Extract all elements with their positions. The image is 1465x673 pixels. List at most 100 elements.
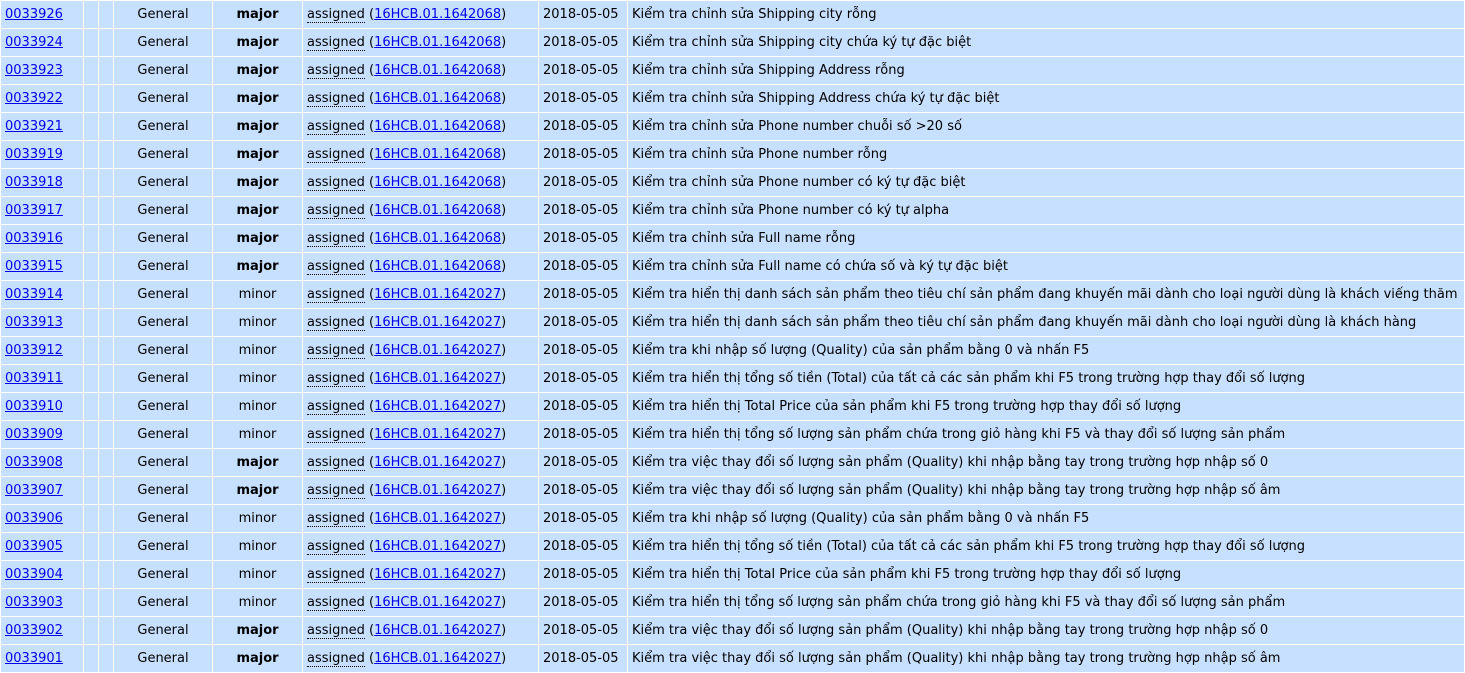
bug-id-link[interactable]: 0033912: [5, 343, 63, 358]
select-cell[interactable]: [83, 448, 99, 477]
edit-cell[interactable]: [98, 140, 114, 169]
edit-cell[interactable]: [98, 392, 114, 421]
select-cell[interactable]: [83, 280, 99, 309]
edit-cell[interactable]: [98, 616, 114, 645]
select-cell[interactable]: [83, 84, 99, 113]
bug-id-link[interactable]: 0033905: [5, 539, 63, 554]
select-cell[interactable]: [83, 112, 99, 141]
bug-id-link[interactable]: 0033906: [5, 511, 63, 526]
select-cell[interactable]: [83, 588, 99, 617]
edit-cell[interactable]: [98, 252, 114, 281]
select-cell[interactable]: [83, 252, 99, 281]
edit-cell[interactable]: [98, 112, 114, 141]
edit-cell[interactable]: [98, 364, 114, 393]
bug-id-link[interactable]: 0033908: [5, 455, 63, 470]
select-cell[interactable]: [83, 476, 99, 505]
handler-link[interactable]: 16HCB.01.1642068: [374, 259, 501, 274]
edit-cell[interactable]: [98, 560, 114, 589]
status-text: assigned: [307, 483, 365, 499]
status-cell: assigned (16HCB.01.1642068): [302, 56, 539, 85]
edit-cell[interactable]: [98, 532, 114, 561]
bug-id-link[interactable]: 0033921: [5, 119, 63, 134]
bug-id-link[interactable]: 0033904: [5, 567, 63, 582]
handler-link[interactable]: 16HCB.01.1642027: [374, 511, 501, 526]
edit-cell[interactable]: [98, 224, 114, 253]
handler-link[interactable]: 16HCB.01.1642068: [374, 7, 501, 22]
handler-link[interactable]: 16HCB.01.1642027: [374, 455, 501, 470]
edit-cell[interactable]: [98, 644, 114, 673]
edit-cell[interactable]: [98, 196, 114, 225]
handler-link[interactable]: 16HCB.01.1642068: [374, 35, 501, 50]
edit-cell[interactable]: [98, 280, 114, 309]
select-cell[interactable]: [83, 532, 99, 561]
bug-id-link[interactable]: 0033909: [5, 427, 63, 442]
edit-cell[interactable]: [98, 336, 114, 365]
edit-cell[interactable]: [98, 84, 114, 113]
select-cell[interactable]: [83, 140, 99, 169]
select-cell[interactable]: [83, 420, 99, 449]
edit-cell[interactable]: [98, 28, 114, 57]
select-cell[interactable]: [83, 196, 99, 225]
select-cell[interactable]: [83, 56, 99, 85]
select-cell[interactable]: [83, 28, 99, 57]
handler-link[interactable]: 16HCB.01.1642068: [374, 91, 501, 106]
edit-cell[interactable]: [98, 420, 114, 449]
summary-cell: Kiểm tra hiển thị Total Price của sản ph…: [627, 392, 1465, 421]
bug-id-link[interactable]: 0033915: [5, 259, 63, 274]
edit-cell[interactable]: [98, 56, 114, 85]
bug-id-link[interactable]: 0033916: [5, 231, 63, 246]
bug-id-link[interactable]: 0033922: [5, 91, 63, 106]
edit-cell[interactable]: [98, 476, 114, 505]
edit-cell[interactable]: [98, 0, 114, 29]
select-cell[interactable]: [83, 644, 99, 673]
handler-link[interactable]: 16HCB.01.1642027: [374, 483, 501, 498]
bug-id-link[interactable]: 0033902: [5, 623, 63, 638]
status-cell: assigned (16HCB.01.1642027): [302, 476, 539, 505]
bug-id-link[interactable]: 0033924: [5, 35, 63, 50]
bug-id-link[interactable]: 0033901: [5, 651, 63, 666]
handler-link[interactable]: 16HCB.01.1642027: [374, 567, 501, 582]
bug-id-link[interactable]: 0033914: [5, 287, 63, 302]
handler-link[interactable]: 16HCB.01.1642027: [374, 595, 501, 610]
handler-link[interactable]: 16HCB.01.1642027: [374, 343, 501, 358]
bug-id-link[interactable]: 0033923: [5, 63, 63, 78]
select-cell[interactable]: [83, 168, 99, 197]
handler-link[interactable]: 16HCB.01.1642027: [374, 315, 501, 330]
bug-id-link[interactable]: 0033917: [5, 203, 63, 218]
handler-link[interactable]: 16HCB.01.1642027: [374, 623, 501, 638]
bug-id-link[interactable]: 0033911: [5, 371, 63, 386]
select-cell[interactable]: [83, 224, 99, 253]
bug-id-link[interactable]: 0033903: [5, 595, 63, 610]
select-cell[interactable]: [83, 308, 99, 337]
edit-cell[interactable]: [98, 448, 114, 477]
handler-link[interactable]: 16HCB.01.1642068: [374, 63, 501, 78]
handler-link[interactable]: 16HCB.01.1642068: [374, 147, 501, 162]
edit-cell[interactable]: [98, 588, 114, 617]
handler-link[interactable]: 16HCB.01.1642027: [374, 427, 501, 442]
select-cell[interactable]: [83, 0, 99, 29]
handler-link[interactable]: 16HCB.01.1642068: [374, 203, 501, 218]
bug-id-link[interactable]: 0033926: [5, 7, 63, 22]
handler-link[interactable]: 16HCB.01.1642068: [374, 119, 501, 134]
select-cell[interactable]: [83, 392, 99, 421]
handler-link[interactable]: 16HCB.01.1642027: [374, 539, 501, 554]
edit-cell[interactable]: [98, 504, 114, 533]
handler-link[interactable]: 16HCB.01.1642027: [374, 651, 501, 666]
bug-id-link[interactable]: 0033910: [5, 399, 63, 414]
select-cell[interactable]: [83, 336, 99, 365]
handler-link[interactable]: 16HCB.01.1642068: [374, 175, 501, 190]
handler-link[interactable]: 16HCB.01.1642027: [374, 287, 501, 302]
edit-cell[interactable]: [98, 308, 114, 337]
handler-link[interactable]: 16HCB.01.1642027: [374, 399, 501, 414]
select-cell[interactable]: [83, 560, 99, 589]
bug-id-link[interactable]: 0033919: [5, 147, 63, 162]
select-cell[interactable]: [83, 504, 99, 533]
bug-id-link[interactable]: 0033918: [5, 175, 63, 190]
bug-id-link[interactable]: 0033913: [5, 315, 63, 330]
handler-link[interactable]: 16HCB.01.1642027: [374, 371, 501, 386]
select-cell[interactable]: [83, 364, 99, 393]
handler-link[interactable]: 16HCB.01.1642068: [374, 231, 501, 246]
edit-cell[interactable]: [98, 168, 114, 197]
bug-id-link[interactable]: 0033907: [5, 483, 63, 498]
select-cell[interactable]: [83, 616, 99, 645]
